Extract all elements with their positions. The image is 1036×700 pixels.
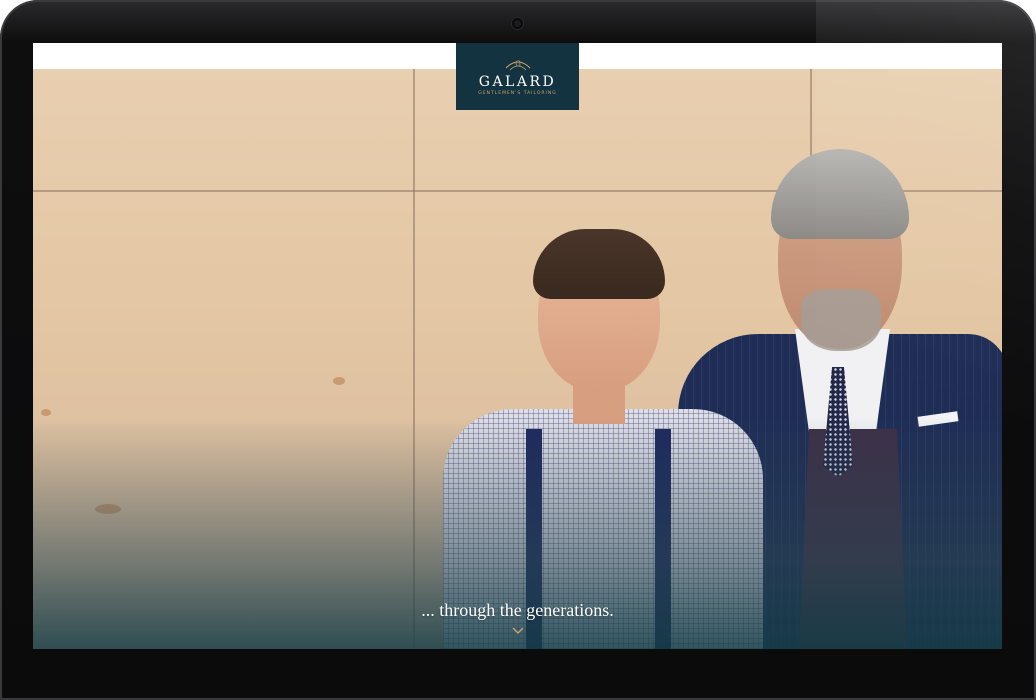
website-screen: G GALARD Gentlemen's Tailoring ... throu… <box>33 43 1002 649</box>
webcam <box>512 18 523 29</box>
hero-tagline: ... through the generations. <box>421 600 614 620</box>
chevron-down-icon[interactable] <box>511 626 525 636</box>
hero-image <box>33 69 1002 649</box>
hero-gradient-overlay <box>33 69 1002 649</box>
brand-logo[interactable]: G GALARD Gentlemen's Tailoring <box>456 43 579 110</box>
brand-subtitle: Gentlemen's Tailoring <box>478 91 557 96</box>
svg-text:G: G <box>515 60 521 68</box>
brand-name: GALARD <box>478 74 557 90</box>
monogram-icon: G <box>505 60 530 71</box>
